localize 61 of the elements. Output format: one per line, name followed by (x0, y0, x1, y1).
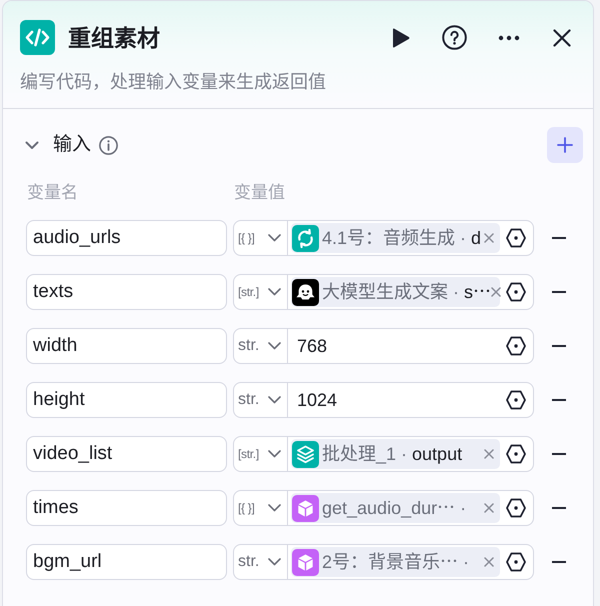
variable-value-field[interactable]: str. 768 (233, 328, 534, 364)
plus-icon (557, 137, 573, 153)
chevron-down-icon (268, 234, 281, 242)
variable-reference-tag[interactable]: 4.1号：音频生成 · d (291, 223, 500, 253)
info-icon[interactable] (99, 136, 118, 154)
variable-value-field[interactable]: str. 1024 (233, 382, 534, 418)
variable-name-input[interactable]: times (26, 490, 227, 526)
type-select[interactable]: [str.] (234, 275, 288, 309)
help-icon[interactable] (442, 25, 467, 50)
variable-name-input[interactable]: video_list (26, 436, 227, 472)
hexagon-icon[interactable] (506, 498, 526, 518)
variable-name-input[interactable]: texts (26, 274, 227, 310)
code-icon (20, 20, 55, 55)
hexagon-icon[interactable] (506, 552, 526, 572)
reference-text: 4.1号：音频生成 · d (322, 227, 482, 249)
variable-reference-tag[interactable]: get_audio_dur⋯ · (291, 493, 500, 523)
play-icon[interactable] (392, 28, 410, 48)
hexagon-icon[interactable] (506, 444, 526, 464)
variable-reference-tag[interactable]: 大模型生成文案 · s⋯ (291, 277, 500, 307)
type-select[interactable]: [{ }] (234, 221, 288, 255)
chevron-down-icon (268, 558, 281, 566)
reference-text: get_audio_dur⋯ · (322, 497, 466, 519)
hexagon-icon[interactable] (506, 228, 526, 248)
chevron-down-icon (268, 288, 281, 296)
variable-value-field[interactable]: [{ }] get_audio_dur⋯ · (233, 490, 534, 526)
variable-value-field[interactable]: [str.] 批处理_1 · output (233, 436, 534, 472)
reference-text: 2号：背景音乐⋯ · (322, 551, 470, 573)
hexagon-icon[interactable] (506, 336, 526, 356)
add-input-button[interactable] (547, 127, 583, 163)
chevron-down-icon (268, 342, 281, 350)
type-select[interactable]: str. (234, 545, 288, 579)
reference-text: 批处理_1 · output (322, 443, 462, 465)
variable-value-field[interactable]: [str.] 大模型生成文案 · s⋯ (233, 274, 534, 310)
type-select[interactable]: str. (234, 383, 288, 417)
chevron-down-icon[interactable] (25, 140, 39, 150)
node-description: 编写代码，处理输入变量来生成返回值 (20, 71, 327, 94)
section-title: 输入 (53, 133, 91, 157)
variable-reference-tag[interactable]: 批处理_1 · output (291, 439, 500, 469)
hexagon-icon[interactable] (506, 282, 526, 302)
chevron-down-icon (268, 450, 281, 458)
variable-reference-tag[interactable]: 2号：背景音乐⋯ · (291, 547, 500, 577)
variable-name-input[interactable]: audio_urls (26, 220, 227, 256)
variable-name-input[interactable]: width (26, 328, 227, 364)
chevron-down-icon (268, 504, 281, 512)
variable-value-field[interactable]: [{ }] 4.1号：音频生成 · d (233, 220, 534, 256)
reference-text: 大模型生成文案 · s⋯ (322, 281, 491, 303)
hexagon-icon[interactable] (506, 390, 526, 410)
more-icon[interactable] (498, 34, 520, 40)
column-header: 变量名 (27, 182, 79, 204)
chevron-down-icon (268, 396, 281, 404)
type-select[interactable]: [{ }] (234, 491, 288, 525)
column-header: 变量值 (234, 182, 285, 204)
variable-name-input[interactable]: bgm_url (26, 544, 227, 580)
type-select[interactable]: str. (234, 329, 288, 363)
variable-name-input[interactable]: height (26, 382, 227, 418)
value-input[interactable]: 768 (291, 331, 500, 361)
type-select[interactable]: [str.] (234, 437, 288, 471)
value-input[interactable]: 1024 (291, 385, 500, 415)
node-title: 重组素材 (68, 24, 160, 52)
variable-value-field[interactable]: str. 2号：背景音乐⋯ · (233, 544, 534, 580)
close-icon[interactable] (553, 28, 571, 46)
